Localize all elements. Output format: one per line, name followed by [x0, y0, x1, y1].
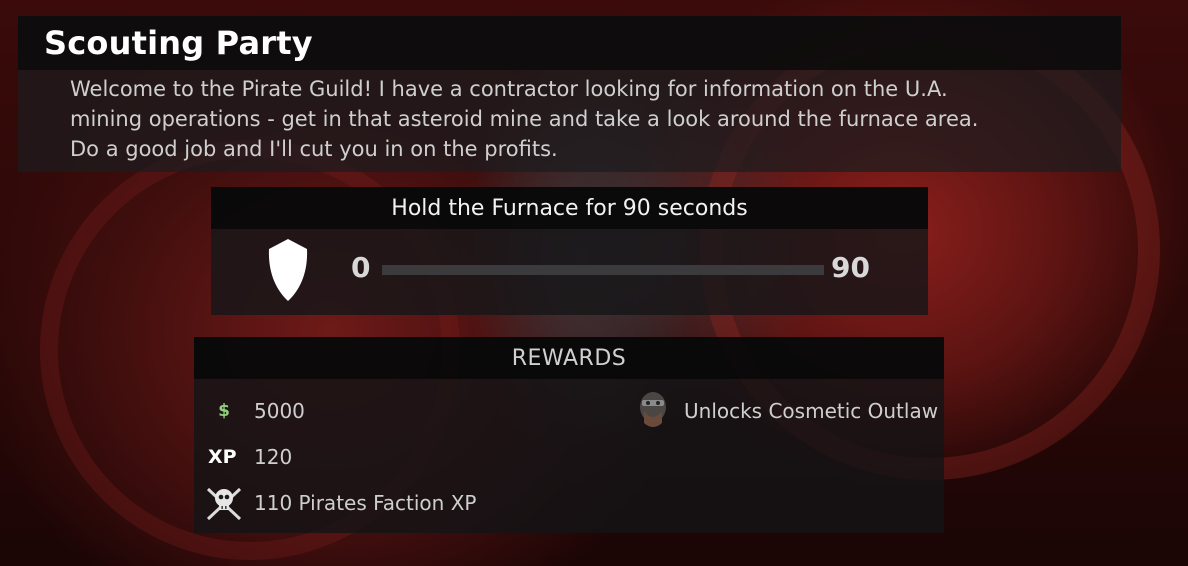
mission-description-line: Do a good job and I'll cut you in on the… [70, 137, 558, 161]
reward-xp: XP 120 [208, 445, 292, 469]
rewards-title: REWARDS [511, 345, 627, 371]
objective-progress-area: 0 90 [211, 229, 928, 315]
outlaw-mask-icon [640, 392, 666, 427]
objective-panel: Hold the Furnace for 90 seconds 0 90 [211, 187, 928, 315]
mission-description-line: Welcome to the Pirate Guild! I have a co… [70, 77, 948, 101]
reward-faction: 110 Pirates Faction XP [204, 483, 476, 523]
reward-money-value: 5000 [254, 399, 305, 423]
rewards-panel: REWARDS $ 5000 XP 120 110 Pirates Factio… [194, 337, 944, 533]
progress-bar [382, 265, 824, 275]
mission-description: Welcome to the Pirate Guild! I have a co… [18, 70, 1121, 164]
mission-header-panel: Scouting Party Welcome to the Pirate Gui… [18, 16, 1121, 172]
mission-title: Scouting Party [44, 24, 313, 62]
rewards-title-bar: REWARDS [194, 337, 944, 379]
mission-title-bar: Scouting Party [18, 16, 1121, 70]
xp-icon: XP [208, 446, 237, 468]
progress-min-label: 0 [351, 251, 371, 284]
objective-title: Hold the Furnace for 90 seconds [391, 195, 748, 221]
objective-title-bar: Hold the Furnace for 90 seconds [211, 187, 928, 229]
reward-xp-value: 120 [254, 445, 293, 469]
mission-description-line: mining operations - get in that asteroid… [70, 107, 979, 131]
dollar-icon: $ [218, 401, 230, 421]
pirate-skull-icon [206, 487, 242, 521]
reward-faction-text: 110 Pirates Faction XP [254, 491, 477, 515]
shield-icon [268, 239, 308, 301]
reward-cosmetic: Unlocks Cosmetic Outlaw [636, 389, 938, 433]
reward-money: $ 5000 [216, 399, 305, 423]
progress-max-label: 90 [831, 251, 870, 284]
reward-cosmetic-text: Unlocks Cosmetic Outlaw [684, 399, 939, 423]
